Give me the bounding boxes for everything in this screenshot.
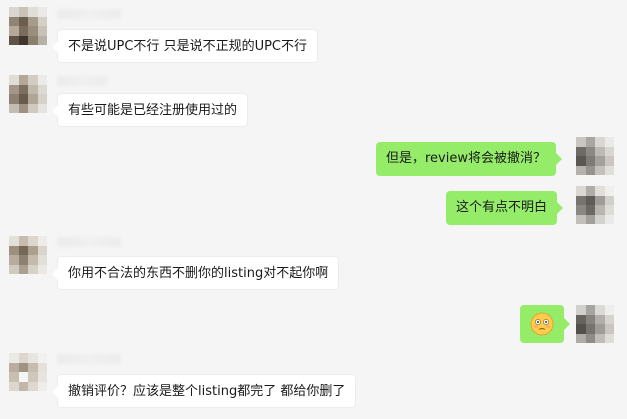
user-avatar[interactable] xyxy=(576,137,614,175)
user-avatar[interactable] xyxy=(576,186,614,224)
contact-avatar[interactable] xyxy=(9,353,47,391)
emoji-bubble[interactable] xyxy=(520,305,570,343)
contact-avatar[interactable] xyxy=(9,7,47,45)
sender-name-redacted xyxy=(57,237,121,247)
message-bubble[interactable]: 这个有点不明白 xyxy=(446,191,564,225)
message-bubble[interactable]: 撤销评价？应该是整个listing都完了 都给你删了 xyxy=(51,374,357,408)
message-bubble[interactable]: 不是说UPC不行 只是说不正规的UPC不行 xyxy=(52,29,318,63)
message-bubble[interactable]: 你用不合法的东西不删你的listing对不起你啊 xyxy=(51,256,340,290)
sender-name-redacted xyxy=(57,9,121,19)
sender-name-redacted xyxy=(57,354,121,364)
message-bubble[interactable]: 有些可能是已经注册使用过的 xyxy=(51,93,249,127)
contact-avatar[interactable] xyxy=(9,75,47,113)
sender-name-redacted xyxy=(57,76,107,86)
message-bubble[interactable]: 但是，review将会被撤消？ xyxy=(376,142,562,176)
chat-history: 不是说UPC不行 只是说不正规的UPC不行 有些可能是已经注册使用过的 但是，r… xyxy=(0,0,627,419)
flushed-face-icon xyxy=(530,312,554,336)
user-avatar[interactable] xyxy=(576,305,614,343)
contact-avatar[interactable] xyxy=(9,236,47,274)
